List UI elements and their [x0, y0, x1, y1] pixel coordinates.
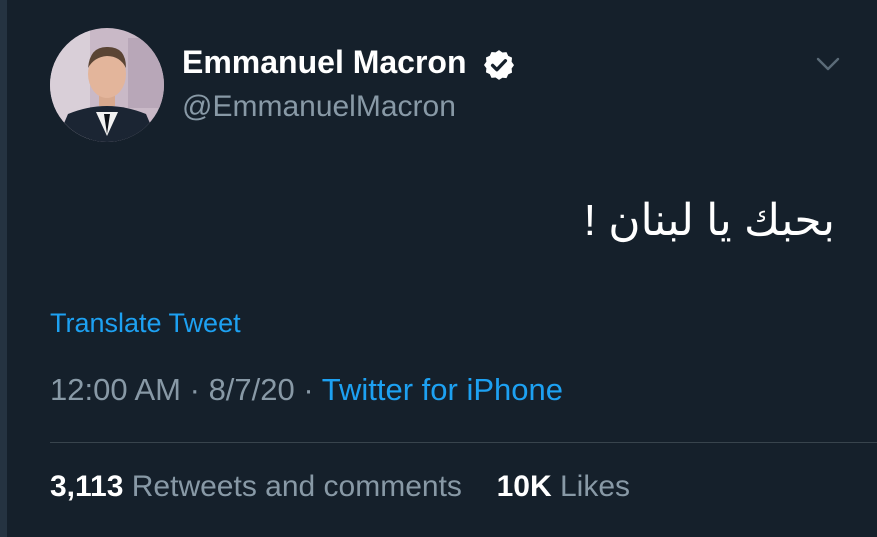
tweet-date[interactable]: 8/7/20: [209, 372, 295, 407]
left-edge-border: [0, 0, 7, 537]
user-handle[interactable]: @EmmanuelMacron: [182, 90, 456, 124]
tweet-stats: 3,113 Retweets and comments 10K Likes: [50, 470, 630, 504]
translate-tweet-link[interactable]: Translate Tweet: [50, 308, 241, 339]
retweets-count: 3,113: [50, 470, 124, 503]
meta-separator: ·: [189, 372, 200, 407]
chevron-down-icon[interactable]: [812, 50, 844, 78]
tweet-time[interactable]: 12:00 AM: [50, 372, 181, 407]
tweet-text: بحبك يا لبنان !: [583, 196, 835, 245]
avatar[interactable]: [50, 28, 164, 142]
meta-separator: ·: [303, 372, 314, 407]
divider: [50, 442, 877, 443]
tweet-source-link[interactable]: Twitter for iPhone: [322, 372, 563, 407]
display-name[interactable]: Emmanuel Macron: [182, 44, 467, 81]
likes-count: 10K: [496, 470, 552, 503]
likes-stat[interactable]: 10K Likes: [497, 470, 630, 503]
verified-badge-icon: [483, 50, 515, 80]
likes-label: Likes: [560, 470, 631, 503]
tweet-card: Emmanuel Macron @EmmanuelMacron بحبك يا …: [0, 0, 877, 537]
tweet-metadata: 12:00 AM · 8/7/20 · Twitter for iPhone: [50, 372, 563, 408]
retweets-stat[interactable]: 3,113 Retweets and comments: [50, 470, 470, 503]
retweets-label: Retweets and comments: [131, 470, 462, 503]
